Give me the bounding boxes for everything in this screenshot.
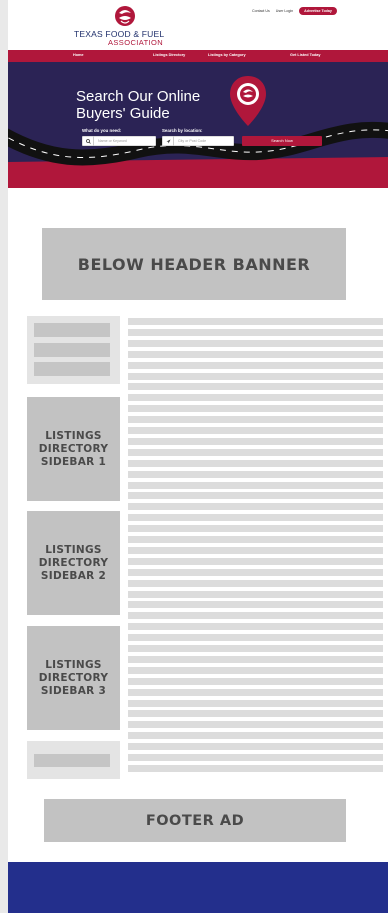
sidebar-ad-text: SIDEBAR 2 [40,569,107,582]
listings-sidebar-ad-1[interactable]: LISTINGS DIRECTORY SIDEBAR 1 [27,397,120,501]
hero-title-line1: Search Our Online [76,88,201,105]
site-footer [8,862,388,913]
listing-row-placeholder[interactable] [128,666,383,674]
sidebar-ad-1-label: LISTINGS DIRECTORY SIDEBAR 1 [39,430,109,469]
filter-field[interactable] [34,323,110,337]
listing-row-placeholder[interactable] [128,579,383,587]
where-label: Search by location: [162,128,203,133]
listing-row-placeholder[interactable] [128,318,383,325]
main-nav: Home Listings Directory Listings by Cate… [8,50,388,62]
listing-row-placeholder[interactable] [128,764,383,772]
page: TEXAS FOOD & FUEL ASSOCIATION Contact Us… [8,0,388,913]
filter-field[interactable] [34,343,110,357]
banner-label: BELOW HEADER BANNER [77,254,311,274]
listing-row-placeholder[interactable] [128,492,383,500]
keyword-placeholder: Name or Keyword [98,139,127,143]
sidebar-ad-text: DIRECTORY [38,442,109,455]
listing-row-placeholder[interactable] [128,405,383,413]
nav-home[interactable]: Home [73,53,84,57]
listing-row-placeholder[interactable] [128,634,383,642]
sidebar-ad-text: LISTINGS [45,429,102,442]
listings-sidebar-ad-3[interactable]: LISTINGS DIRECTORY SIDEBAR 3 [27,626,120,730]
sidebar-ad-text: DIRECTORY [38,671,109,684]
sidebar-ad-2-label: LISTINGS DIRECTORY SIDEBAR 2 [39,544,109,583]
location-placeholder: City or Post Code [178,139,207,143]
listing-row-placeholder[interactable] [128,677,383,685]
sidebar-ad-text: SIDEBAR 1 [40,455,107,468]
listing-row-placeholder[interactable] [128,361,383,369]
site-header: TEXAS FOOD & FUEL ASSOCIATION Contact Us… [8,0,388,50]
small-box-field[interactable] [34,754,110,767]
listing-row-placeholder[interactable] [128,612,383,620]
listing-row-placeholder[interactable] [128,328,383,336]
login-link[interactable]: User Login [276,9,293,13]
listing-row-placeholder[interactable] [128,416,383,424]
sidebar-ad-text: SIDEBAR 3 [40,684,107,697]
listing-row-placeholder[interactable] [128,623,383,631]
listing-row-placeholder[interactable] [128,743,383,751]
hero-title-line2: Buyers' Guide [76,105,170,122]
listing-row-placeholder[interactable] [128,754,383,761]
listings-sidebar-ad-2[interactable]: LISTINGS DIRECTORY SIDEBAR 2 [27,511,120,615]
sidebar-filter-box [27,316,120,384]
listing-row-placeholder[interactable] [128,655,383,663]
listing-row-placeholder[interactable] [128,557,383,565]
sidebar-small-box [27,741,120,779]
utility-links: Contact Us User Login Advertise Today [252,6,337,16]
sidebar-ad-text: LISTINGS [45,658,102,671]
keyword-input[interactable]: Name or Keyword [82,136,156,146]
listing-row-placeholder[interactable] [128,394,383,402]
listing-row-placeholder[interactable] [128,590,383,598]
nav-get-listed[interactable]: Get Listed Today [290,53,321,57]
listing-row-placeholder[interactable] [128,339,383,347]
hero-search: Search Our Online Buyers' Guide What do … [8,62,388,188]
sidebar-ad-text: LISTINGS [45,543,102,556]
listing-row-placeholder[interactable] [128,427,383,434]
brand-subname[interactable]: ASSOCIATION [108,38,163,47]
listing-row-placeholder[interactable] [128,459,383,467]
hero-title: Search Our Online Buyers' Guide [76,88,236,122]
listing-row-placeholder[interactable] [128,688,383,696]
filter-field[interactable] [34,362,110,376]
listing-row-placeholder[interactable] [128,470,383,478]
listing-row-placeholder[interactable] [128,721,383,729]
listing-row-placeholder[interactable] [128,546,383,554]
listing-row-placeholder[interactable] [128,536,383,543]
footer-ad[interactable]: FOOTER AD [44,799,346,842]
contact-link[interactable]: Contact Us [252,9,270,13]
listing-row-placeholder[interactable] [128,525,383,533]
map-pin-icon [230,76,266,126]
listing-row-placeholder[interactable] [128,503,383,511]
listing-row-placeholder[interactable] [128,437,383,445]
location-arrow-icon [163,136,174,146]
road-background [8,62,388,188]
footer-ad-label: FOOTER AD [145,812,245,829]
location-input[interactable]: City or Post Code [162,136,234,146]
listing-row-placeholder[interactable] [128,568,383,576]
listing-row-placeholder[interactable] [128,732,383,740]
listing-row-placeholder[interactable] [128,383,383,391]
sidebar-ad-text: DIRECTORY [38,556,109,569]
listing-row-placeholder[interactable] [128,481,383,489]
listing-row-placeholder[interactable] [128,645,383,652]
nav-listings-directory[interactable]: Listings Directory [153,53,185,57]
listing-row-placeholder[interactable] [128,699,383,707]
below-header-banner[interactable]: BELOW HEADER BANNER [42,228,346,300]
listing-row-placeholder[interactable] [128,350,383,358]
search-icon [83,136,94,146]
listing-row-placeholder[interactable] [128,601,383,609]
listing-row-placeholder[interactable] [128,514,383,522]
swirl-logo-icon[interactable] [112,4,138,28]
search-button[interactable]: Search Now [242,136,322,146]
listing-row-placeholder[interactable] [128,710,383,718]
advertise-button[interactable]: Advertise Today [299,7,337,15]
listing-row-placeholder[interactable] [128,448,383,456]
listing-row-placeholder[interactable] [128,372,383,380]
sidebar-ad-3-label: LISTINGS DIRECTORY SIDEBAR 3 [39,659,109,698]
what-label: What do you need: [82,128,122,133]
nav-listings-by-category[interactable]: Listings by Category [208,53,246,57]
